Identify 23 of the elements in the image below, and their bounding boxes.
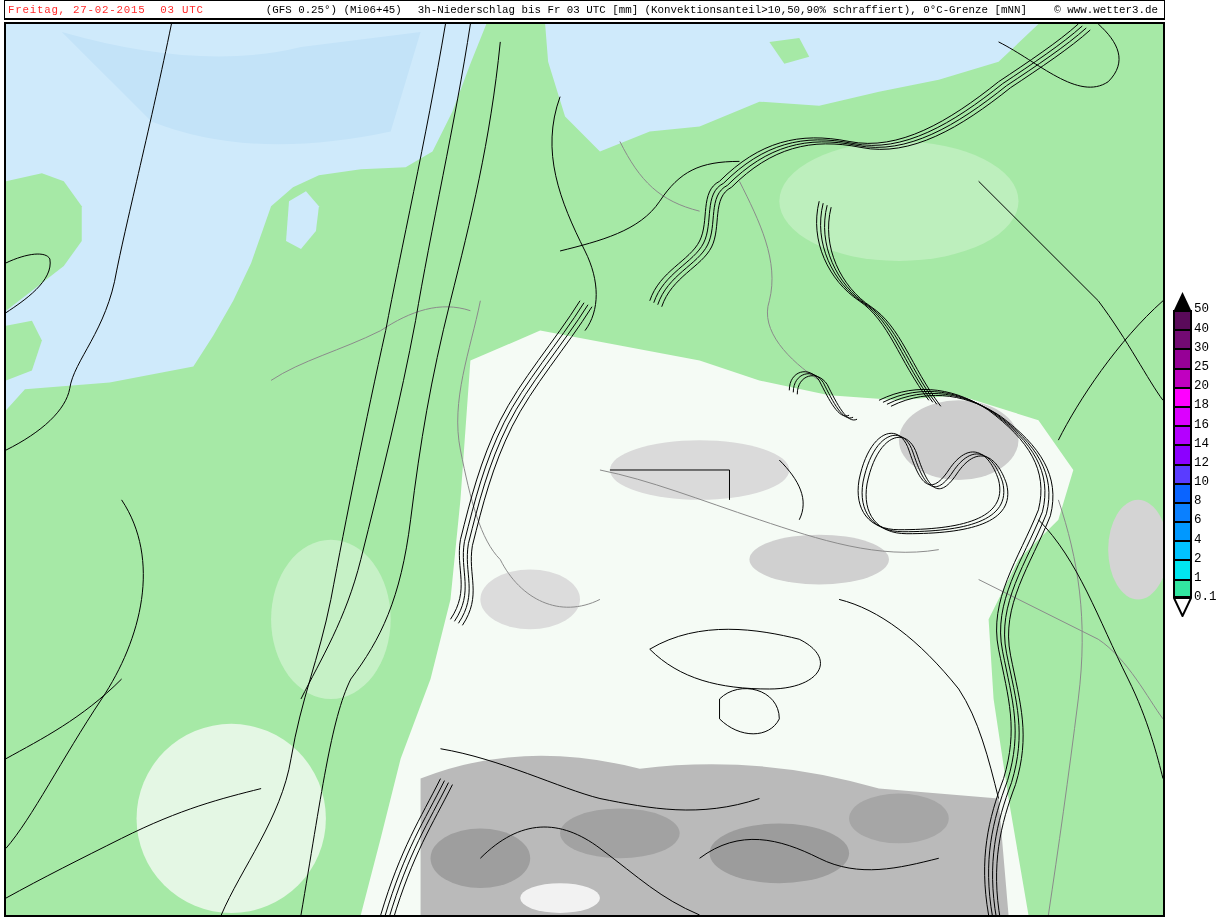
scale-label: 20: [1194, 378, 1210, 396]
scale-label: 12: [1194, 454, 1210, 472]
scale-label: 2: [1194, 550, 1203, 568]
scale-label: 8: [1194, 493, 1203, 511]
chart-title: 3h-Niederschlag bis Fr 03 UTC [mm] (Konvektionsanteil>10,50,90% schraffiert), 0°C-Grenze [mNN]: [417, 3, 1027, 16]
scale-label: 14: [1194, 435, 1210, 453]
scale-label: 16: [1194, 416, 1210, 434]
scale-label: 10: [1194, 474, 1210, 492]
triangle-icon: [1173, 291, 1192, 310]
triangle-icon: [1173, 597, 1192, 617]
scale-label: 40: [1194, 320, 1210, 338]
scale-label: 6: [1194, 512, 1203, 530]
scale-label: 0.1: [1194, 589, 1217, 607]
scale-label: 1: [1194, 570, 1203, 587]
copyright-text: © www.wetter3.de: [1054, 3, 1158, 16]
model-text: (GFS 0.25°) (Mi06+45): [265, 3, 402, 16]
date-text: Freitag, 27-02-2015: [8, 3, 146, 16]
scale-label: 18: [1194, 397, 1210, 415]
scale-label: 4: [1194, 531, 1203, 549]
scale-label: 30: [1194, 339, 1210, 357]
time-text: 03 UTC: [160, 3, 204, 16]
scale-label: 25: [1194, 358, 1210, 376]
scale-label: 50: [1194, 301, 1210, 319]
